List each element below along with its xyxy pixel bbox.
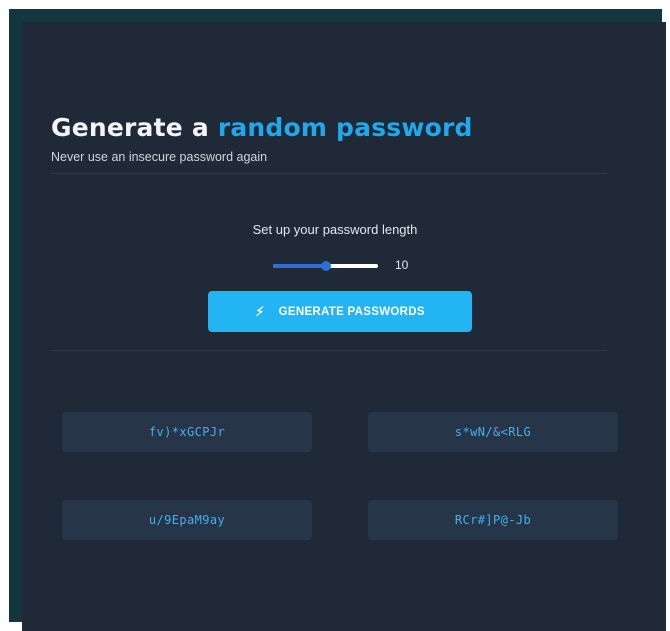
lightning-bolt-icon: ⚡︎: [255, 303, 265, 319]
password-box-2[interactable]: s*wN/&<RLG: [368, 412, 618, 452]
length-label: Set up your password length: [252, 222, 418, 237]
generate-button-label: GENERATE PASSWORDS: [278, 305, 425, 318]
slider-fill: [273, 264, 326, 268]
password-box-4[interactable]: RCr#]P@-Jb: [368, 500, 618, 540]
page-subtitle: Never use an insecure password again: [51, 150, 268, 164]
title-prefix: Generate a: [51, 113, 218, 142]
length-value: 10: [395, 258, 409, 272]
password-box-1[interactable]: fv)*xGCPJr: [62, 412, 312, 452]
top-divider: [51, 173, 607, 174]
title-accent: random password: [217, 113, 473, 142]
generate-passwords-button[interactable]: ⚡︎ GENERATE PASSWORDS: [208, 291, 472, 332]
bottom-divider: [51, 350, 607, 351]
length-slider[interactable]: [273, 261, 378, 271]
page-title: Generate a random password: [51, 113, 473, 142]
slider-thumb[interactable]: [321, 261, 331, 271]
password-box-3[interactable]: u/9EpaM9ay: [62, 500, 312, 540]
